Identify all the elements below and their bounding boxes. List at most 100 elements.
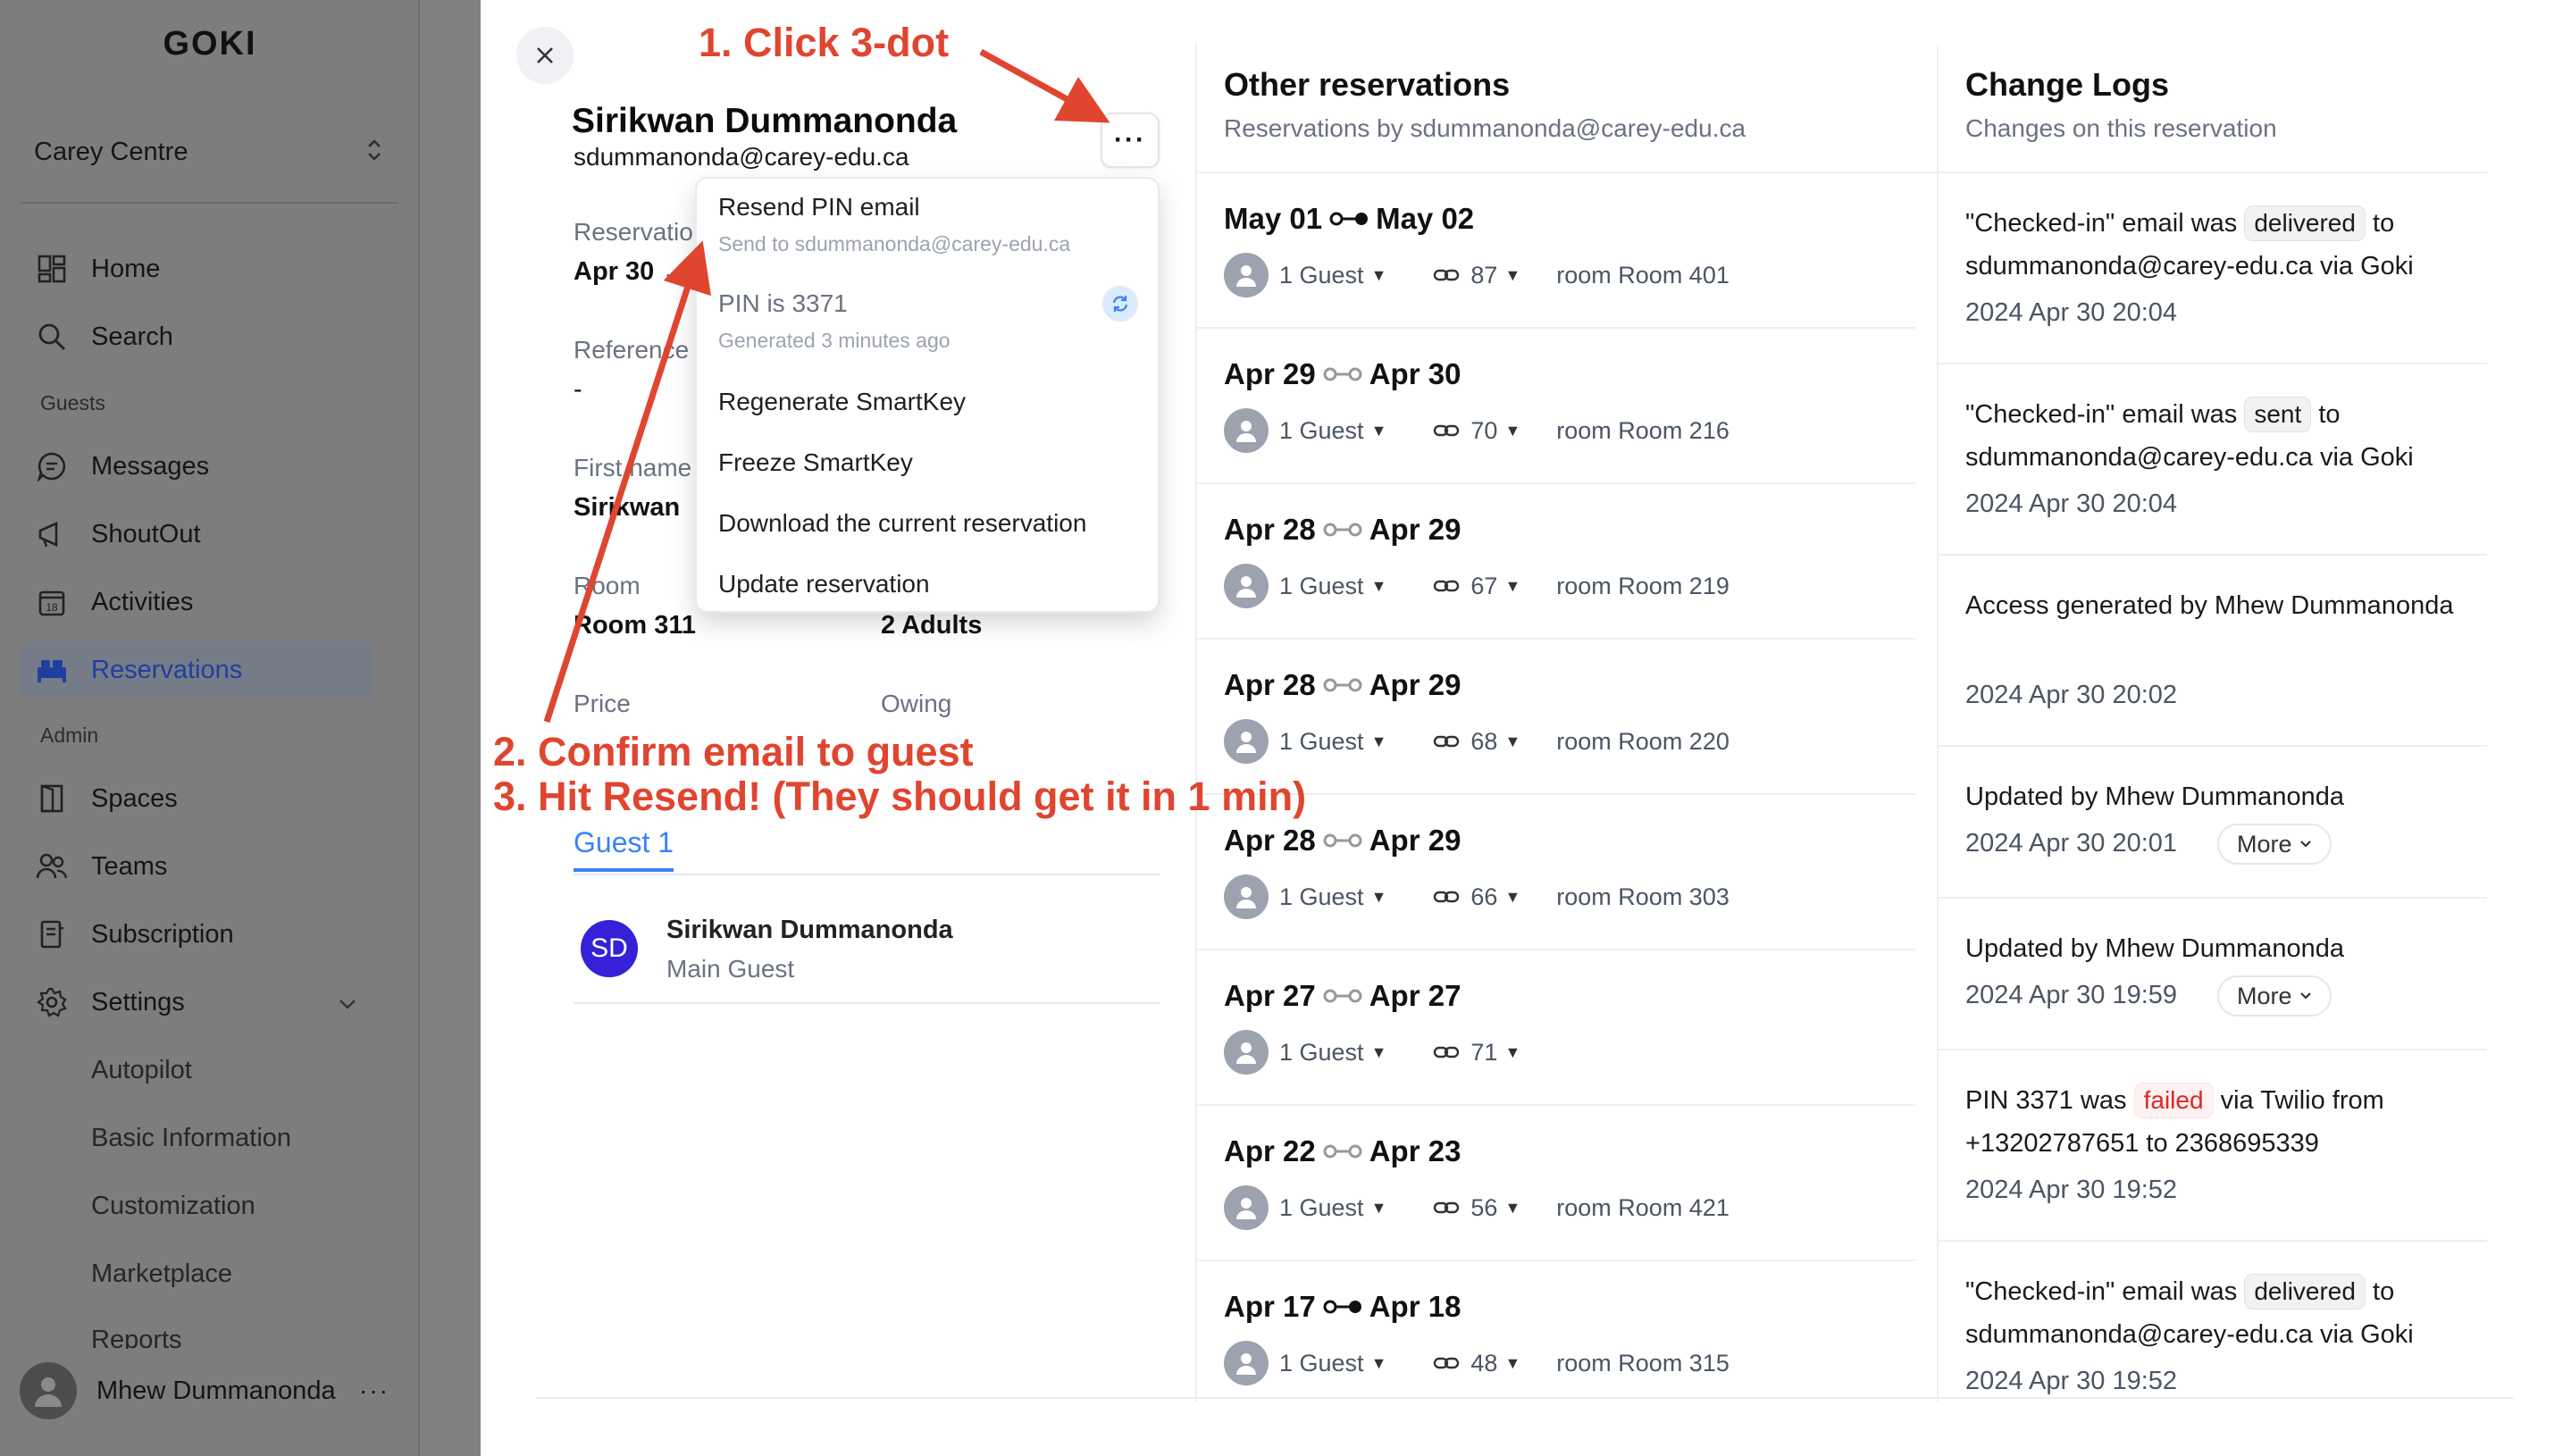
guest-avatar-icon bbox=[1224, 1030, 1269, 1075]
log-timestamp: 2024 Apr 30 19:59 bbox=[1965, 981, 2178, 1009]
chevron-down-icon[interactable]: ▼ bbox=[1371, 1199, 1387, 1218]
sidebar-item-search[interactable]: Search bbox=[20, 308, 373, 365]
sidebar-item-basic-information[interactable]: Basic Information bbox=[20, 1109, 373, 1167]
refresh-icon[interactable] bbox=[1102, 286, 1138, 322]
chevron-down-icon[interactable]: ▼ bbox=[1371, 266, 1387, 285]
guest-count[interactable]: 1 Guest bbox=[1279, 883, 1364, 911]
log-timestamp: 2024 Apr 30 20:04 bbox=[1965, 490, 2178, 518]
menu-item-update-reservation[interactable]: Update reservation bbox=[718, 570, 930, 598]
door-icon bbox=[34, 781, 70, 816]
sidebar-item-settings[interactable]: Settings bbox=[20, 974, 373, 1031]
reservation-meta: 1 Guest ▼ 56 ▼ room Room 421 bbox=[1224, 1184, 1729, 1231]
sidebar-item-messages[interactable]: Messages bbox=[20, 438, 373, 495]
sidebar-item-teams[interactable]: Teams bbox=[20, 838, 373, 895]
chevron-down-icon[interactable]: ▼ bbox=[1371, 577, 1387, 596]
sidebar-item-activities[interactable]: 18 Activities bbox=[20, 573, 373, 631]
chevron-down-icon bbox=[2299, 841, 2311, 848]
guest-avatar-icon bbox=[1224, 564, 1269, 608]
sidebar-item-customization[interactable]: Customization bbox=[20, 1177, 373, 1234]
change-log-text: Updated by Mhew Dummanonda bbox=[1965, 775, 2466, 818]
more-button[interactable]: More bbox=[2217, 975, 2332, 1017]
chevron-down-icon[interactable]: ▼ bbox=[1371, 1043, 1387, 1062]
chevron-down-icon[interactable]: ▼ bbox=[1371, 422, 1387, 440]
sidebar-item-reports[interactable]: Reports bbox=[20, 1313, 373, 1349]
chevron-down-icon bbox=[338, 988, 357, 1017]
guest-count[interactable]: 1 Guest bbox=[1279, 573, 1364, 600]
chevron-down-icon: ▼ bbox=[1504, 265, 1521, 284]
room-name: room Room 315 bbox=[1556, 1349, 1729, 1377]
link-code: 48 bbox=[1470, 1349, 1498, 1377]
link-dropdown[interactable]: 48 ▼ bbox=[1433, 1350, 1520, 1377]
org-name: Carey Centre bbox=[34, 137, 188, 166]
guest-count[interactable]: 1 Guest bbox=[1279, 1350, 1364, 1377]
log-text-pre: "Checked-in" email was bbox=[1965, 1277, 2238, 1306]
sidebar-item-autopilot[interactable]: Autopilot bbox=[20, 1042, 373, 1099]
column-divider bbox=[1195, 45, 1197, 1402]
link-dropdown[interactable]: 56 ▼ bbox=[1433, 1194, 1520, 1222]
sidebar-item-marketplace[interactable]: Marketplace bbox=[20, 1245, 373, 1302]
link-dropdown[interactable]: 67 ▼ bbox=[1433, 573, 1520, 600]
link-dropdown[interactable]: 68 ▼ bbox=[1433, 728, 1520, 756]
guest-count[interactable]: 1 Guest bbox=[1279, 728, 1364, 756]
link-dropdown[interactable]: 71 ▼ bbox=[1433, 1039, 1520, 1067]
guest-email: sdummanonda@carey-edu.ca bbox=[574, 143, 909, 171]
guest-count[interactable]: 1 Guest bbox=[1279, 262, 1364, 289]
change-log-text: PIN 3371 was failed via Twilio from +132… bbox=[1965, 1079, 2466, 1165]
menu-item-download-reservation[interactable]: Download the current reservation bbox=[718, 509, 1086, 538]
user-menu[interactable]: Mhew Dummanonda ··· bbox=[20, 1362, 398, 1419]
more-button[interactable]: More bbox=[2217, 824, 2332, 865]
sidebar-item-subscription[interactable]: Subscription bbox=[20, 906, 373, 963]
reservation-meta: 1 Guest ▼ 70 ▼ room Room 216 bbox=[1224, 407, 1729, 454]
chevron-down-icon[interactable]: ▼ bbox=[1371, 1354, 1387, 1373]
link-icon bbox=[1434, 269, 1460, 281]
close-button[interactable] bbox=[516, 27, 574, 84]
reservation-dates[interactable]: Apr 27 Apr 27 bbox=[1224, 979, 1461, 1013]
sidebar-item-reservations[interactable]: Reservations bbox=[20, 641, 373, 699]
reservation-dates[interactable]: Apr 17 Apr 18 bbox=[1224, 1290, 1461, 1324]
chevron-down-icon: ▼ bbox=[1504, 1353, 1521, 1372]
price-label: Price bbox=[574, 690, 631, 717]
reservation-dates[interactable]: Apr 28 Apr 29 bbox=[1224, 513, 1461, 547]
close-icon bbox=[537, 47, 553, 63]
menu-item-resend-pin-email[interactable]: Resend PIN email bbox=[718, 193, 920, 222]
guest-count[interactable]: 1 Guest bbox=[1279, 1039, 1364, 1067]
tab-guest-1[interactable]: Guest 1 bbox=[574, 826, 674, 872]
link-dropdown[interactable]: 66 ▼ bbox=[1433, 883, 1520, 911]
reservation-dates[interactable]: Apr 29 Apr 30 bbox=[1224, 357, 1461, 391]
chevron-down-icon[interactable]: ▼ bbox=[1371, 732, 1387, 751]
menu-item-freeze-smartkey[interactable]: Freeze SmartKey bbox=[718, 448, 913, 477]
sidebar-item-spaces[interactable]: Spaces bbox=[20, 770, 373, 827]
reservation-from: Apr 22 bbox=[1224, 1134, 1316, 1167]
org-switcher[interactable]: Carey Centre bbox=[34, 127, 384, 177]
guest-count[interactable]: 1 Guest bbox=[1279, 417, 1364, 445]
user-more-icon[interactable]: ··· bbox=[359, 1377, 389, 1405]
date-range-connector-icon bbox=[1323, 987, 1362, 1005]
change-log-text: "Checked-in" email was delivered to sdum… bbox=[1965, 1270, 2466, 1356]
log-timestamp: 2024 Apr 30 19:52 bbox=[1965, 1176, 2178, 1204]
link-dropdown[interactable]: 87 ▼ bbox=[1433, 262, 1520, 289]
reservation-from: Apr 28 bbox=[1224, 824, 1316, 857]
link-icon bbox=[1434, 1046, 1460, 1059]
row-divider bbox=[1937, 1049, 2487, 1050]
sidebar-item-label: Home bbox=[91, 254, 161, 283]
row-divider bbox=[1195, 482, 1915, 484]
reservation-to: Apr 29 bbox=[1369, 513, 1461, 546]
guest-avatar-icon bbox=[1224, 1341, 1269, 1385]
reservation-dates[interactable]: Apr 28 Apr 29 bbox=[1224, 668, 1461, 702]
main-guest-name[interactable]: Sirikwan Dummanonda bbox=[666, 916, 953, 945]
sidebar-item-shoutout[interactable]: ShoutOut bbox=[20, 506, 373, 563]
guest-count[interactable]: 1 Guest bbox=[1279, 1194, 1364, 1222]
sidebar-item-home[interactable]: Home bbox=[20, 240, 373, 297]
reservation-dates[interactable]: May 01 May 02 bbox=[1224, 202, 1474, 236]
reservation-dates[interactable]: Apr 22 Apr 23 bbox=[1224, 1134, 1461, 1168]
reservation-dates[interactable]: Apr 28 Apr 29 bbox=[1224, 824, 1461, 858]
chevron-down-icon: ▼ bbox=[1504, 732, 1521, 750]
guest-avatar-icon bbox=[1224, 408, 1269, 453]
row-divider bbox=[1195, 638, 1915, 640]
chevron-down-icon[interactable]: ▼ bbox=[1371, 888, 1387, 907]
more-label: More bbox=[2237, 830, 2292, 858]
link-dropdown[interactable]: 70 ▼ bbox=[1433, 417, 1520, 445]
more-options-button[interactable]: ··· bbox=[1101, 113, 1160, 168]
row-divider bbox=[1937, 1240, 2487, 1242]
menu-item-regenerate-smartkey[interactable]: Regenerate SmartKey bbox=[718, 388, 966, 416]
